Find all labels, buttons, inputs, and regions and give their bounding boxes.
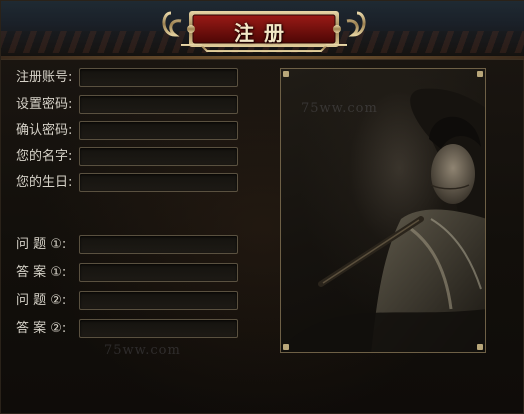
character-portrait-image <box>282 88 485 352</box>
question-1-input[interactable] <box>79 235 238 254</box>
answer-1-input[interactable] <box>79 263 238 282</box>
answer-2-label: 答 案 ②: <box>16 321 67 336</box>
question-1-label: 问 题 ①: <box>16 237 67 252</box>
account-input[interactable] <box>79 68 238 87</box>
birthday-input[interactable] <box>79 173 238 192</box>
confirm-password-label: 确认密码: <box>16 123 73 138</box>
question-2-label: 问 题 ②: <box>16 293 67 308</box>
question-2-input[interactable] <box>79 291 238 310</box>
answer-2-input[interactable] <box>79 319 238 338</box>
character-portrait-frame <box>280 68 486 353</box>
confirm-password-input[interactable] <box>79 121 238 140</box>
frame-corner-ornament <box>477 71 483 77</box>
password-input[interactable] <box>79 95 238 114</box>
register-window: 注册 注册账号: 设置密码: 确认密码: 您的名字: 您的生日: 问 题 ①: … <box>0 0 524 414</box>
frame-corner-ornament <box>283 71 289 77</box>
frame-corner-ornament <box>477 344 483 350</box>
answer-1-label: 答 案 ①: <box>16 265 67 280</box>
birthday-label: 您的生日: <box>16 175 73 190</box>
watermark: 75ww.com <box>104 343 181 358</box>
name-input[interactable] <box>79 147 238 166</box>
password-label: 设置密码: <box>16 97 73 112</box>
name-label: 您的名字: <box>16 149 73 164</box>
title-plaque: 注册 <box>161 5 367 57</box>
account-label: 注册账号: <box>16 70 73 85</box>
frame-corner-ornament <box>283 344 289 350</box>
window-title: 注册 <box>234 21 294 45</box>
